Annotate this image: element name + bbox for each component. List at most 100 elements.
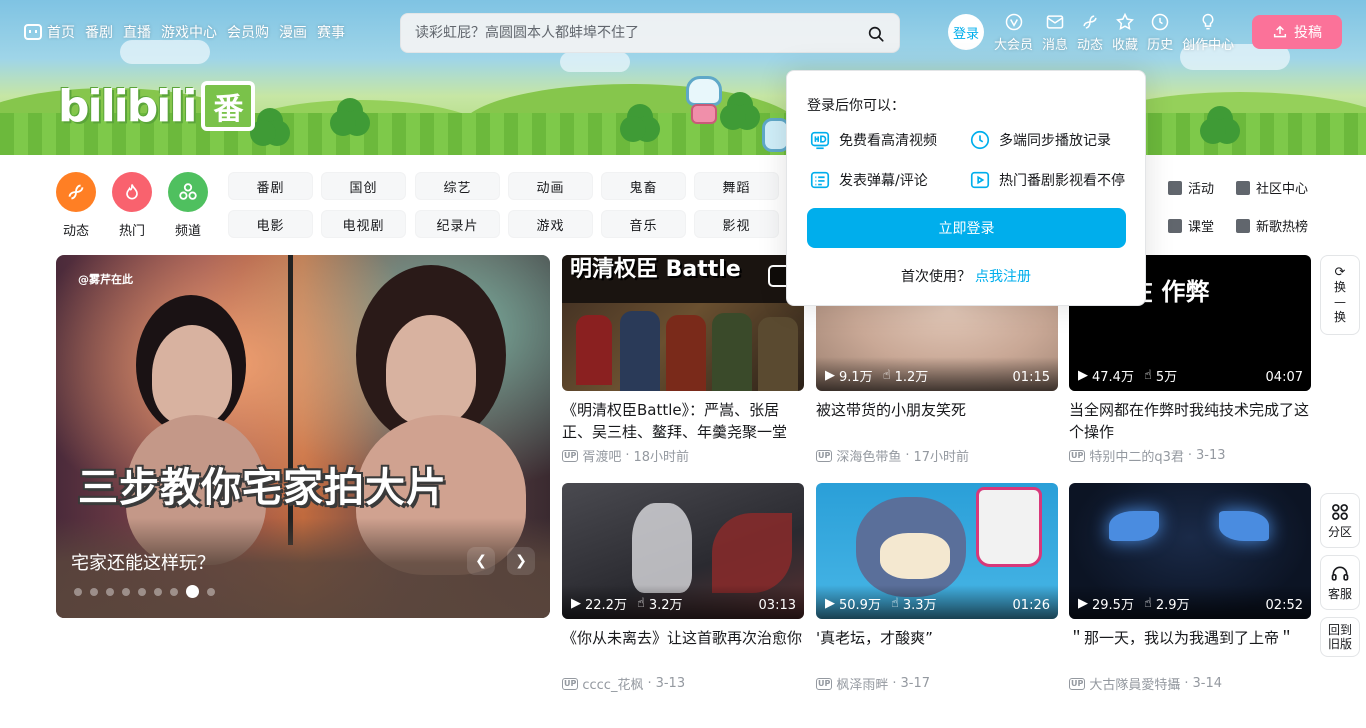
link-classroom[interactable]: 课堂 xyxy=(1168,216,1214,235)
nav-message[interactable]: 消息 xyxy=(1042,12,1068,53)
video-title[interactable]: 《你从未离去》让这首歌再次治愈你 xyxy=(562,627,804,671)
nav-manga[interactable]: 漫画 xyxy=(279,22,307,42)
chip-music[interactable]: 音乐 xyxy=(601,210,686,238)
video-stats: ▶ 9.1万 ☝ 1.2万 01:15 xyxy=(816,357,1058,391)
carousel-dot[interactable] xyxy=(207,587,215,596)
chip-film[interactable]: 影视 xyxy=(694,210,779,238)
upload-button[interactable]: 投稿 xyxy=(1252,15,1342,49)
view-count-icon: ▶ xyxy=(1078,596,1088,611)
flag-icon xyxy=(1168,180,1182,195)
upload-icon xyxy=(1273,25,1287,38)
up-icon: UP xyxy=(1069,677,1086,690)
search-icon[interactable] xyxy=(867,25,885,43)
carousel-dot[interactable] xyxy=(106,587,114,596)
carousel-next-button[interactable]: ❯ xyxy=(507,547,535,575)
search-input[interactable] xyxy=(415,14,855,52)
channel-dynamic[interactable]: 动态 xyxy=(56,172,96,239)
carousel-dot[interactable] xyxy=(122,587,130,596)
video-thumbnail[interactable]: 明清权臣 Battle xyxy=(562,255,804,391)
nav-esports[interactable]: 赛事 xyxy=(317,22,345,42)
carousel-prev-button[interactable]: ❮ xyxy=(467,547,495,575)
channel-hot[interactable]: 热门 xyxy=(112,172,152,239)
carousel-overlay-text: 三步教你宅家拍大片 xyxy=(78,465,447,511)
play-icon xyxy=(970,171,990,189)
grid-icon xyxy=(1332,504,1348,520)
video-card[interactable]: ▶ 50.9万 ☝ 3.3万 01:26 '真老坛，才酸爽” UP 枫泽雨畔 · 3-17 xyxy=(816,483,1058,693)
refresh-icon: ⟳ xyxy=(1334,264,1346,280)
category-button[interactable]: 分区 xyxy=(1320,493,1360,548)
carousel-dot[interactable] xyxy=(74,587,82,596)
register-link[interactable]: 点我注册 xyxy=(975,269,1031,285)
perk-hd-video: 免费看高清视频 xyxy=(809,129,937,151)
clock-icon xyxy=(970,130,990,150)
video-title[interactable]: 当全网都在作弊时我纯技术完成了这个操作 xyxy=(1069,399,1311,443)
chip-movie[interactable]: 电影 xyxy=(228,210,313,238)
video-meta[interactable]: UP 胥渡吧 · 18小时前 xyxy=(562,446,804,465)
login-now-button[interactable]: 立即登录 xyxy=(807,208,1126,248)
search-bar xyxy=(400,13,900,53)
up-icon: UP xyxy=(562,677,579,690)
video-meta[interactable]: UP 枫泽雨畔 · 3-17 xyxy=(816,674,1058,693)
music-chart-icon xyxy=(1236,218,1250,233)
nav-live[interactable]: 直播 xyxy=(123,22,151,42)
nav-home[interactable]: 首页 xyxy=(24,22,75,42)
customer-service-button[interactable]: 客服 xyxy=(1320,555,1360,610)
video-thumbnail[interactable]: ▶ 50.9万 ☝ 3.3万 01:26 xyxy=(816,483,1058,619)
chip-animation[interactable]: 动画 xyxy=(508,172,593,200)
bilibili-logo[interactable]: bilibili 番 xyxy=(58,80,256,132)
video-meta[interactable]: UP 大古隊員愛特攝 · 3-14 xyxy=(1069,674,1311,693)
like-icon: ☝ xyxy=(890,596,899,611)
nav-dynamic[interactable]: 动态 xyxy=(1077,12,1103,53)
creation-icon xyxy=(1202,13,1214,30)
refresh-button[interactable]: ⟳ 换 — 换 xyxy=(1320,255,1360,335)
video-meta[interactable]: UP cccc_花枫 · 3-13 xyxy=(562,674,804,693)
link-music-chart[interactable]: 新歌热榜 xyxy=(1236,216,1308,235)
nav-mall[interactable]: 会员购 xyxy=(227,22,269,42)
nav-creation-center[interactable]: 创作中心 xyxy=(1182,12,1234,53)
nav-bangumi[interactable]: 番剧 xyxy=(85,22,113,42)
old-version-button[interactable]: 回到旧版 xyxy=(1320,617,1360,657)
chip-dance[interactable]: 舞蹈 xyxy=(694,172,779,200)
view-count-icon: ▶ xyxy=(571,596,581,611)
video-card[interactable]: 明清权臣 Battle 《明清权臣Battle》：严嵩、张居正、吴三桂、鳌拜、年… xyxy=(562,255,804,465)
chip-guochuang[interactable]: 国创 xyxy=(321,172,406,200)
video-thumbnail[interactable]: ▶ 22.2万 ☝ 3.2万 03:13 xyxy=(562,483,804,619)
carousel-watermark: @雾芹在此 xyxy=(78,273,133,286)
video-title[interactable]: ＂那一天，我以为我遇到了上帝＂ xyxy=(1069,627,1311,671)
chip-documentary[interactable]: 纪录片 xyxy=(415,210,500,238)
chip-tv-series[interactable]: 电视剧 xyxy=(321,210,406,238)
link-activity[interactable]: 活动 xyxy=(1168,178,1214,197)
nav-history[interactable]: 历史 xyxy=(1147,12,1173,53)
video-card[interactable]: ▶ 22.2万 ☝ 3.2万 03:13 《你从未离去》让这首歌再次治愈你 UP cc… xyxy=(562,483,804,693)
chip-kichiku[interactable]: 鬼畜 xyxy=(601,172,686,200)
nav-favorite[interactable]: 收藏 xyxy=(1112,12,1138,53)
nav-vip[interactable]: 大会员 xyxy=(994,12,1033,53)
channel-channels[interactable]: 频道 xyxy=(168,172,208,239)
link-community[interactable]: 社区中心 xyxy=(1236,178,1308,197)
video-meta[interactable]: UP 特别中二的q3君 · 3-13 xyxy=(1069,446,1311,465)
hero-carousel[interactable]: @雾芹在此 三步教你宅家拍大片 宅家还能这样玩？ ❮ ❯ xyxy=(56,255,550,618)
chip-game[interactable]: 游戏 xyxy=(508,210,593,238)
video-title[interactable]: 被这带货的小朋友笑死 xyxy=(816,399,1058,443)
nav-game-center[interactable]: 游戏中心 xyxy=(161,22,217,42)
refresh-label: 换 — 换 xyxy=(1333,279,1346,324)
video-card[interactable]: ▶ 29.5万 ☝ 2.9万 02:52 ＂那一天，我以为我遇到了上帝＂ UP 大古隊… xyxy=(1069,483,1311,693)
video-stats: ▶ 22.2万 ☝ 3.2万 03:13 xyxy=(562,585,804,619)
channel-circle-icon xyxy=(168,172,208,212)
chip-bangumi[interactable]: 番剧 xyxy=(228,172,313,200)
chevron-left-icon: ❮ xyxy=(475,553,487,569)
video-stats: ▶ 47.4万 ☝ 5万 04:07 xyxy=(1069,357,1311,391)
video-meta[interactable]: UP 深海色带鱼 · 17小时前 xyxy=(816,446,1058,465)
carousel-caption[interactable]: 宅家还能这样玩？ xyxy=(71,549,215,575)
carousel-dot[interactable] xyxy=(90,587,98,596)
video-title[interactable]: '真老坛，才酸爽” xyxy=(816,627,1058,671)
login-avatar-button[interactable]: 登录 xyxy=(948,14,984,50)
carousel-dot[interactable] xyxy=(186,585,199,598)
carousel-dot[interactable] xyxy=(170,587,178,596)
carousel-dot[interactable] xyxy=(138,587,146,596)
up-icon: UP xyxy=(1069,449,1086,462)
carousel-dot[interactable] xyxy=(154,587,162,596)
video-title[interactable]: 《明清权臣Battle》：严嵩、张居正、吴三桂、鳌拜、年羹尧聚一堂 xyxy=(562,399,804,443)
video-thumbnail[interactable]: ▶ 29.5万 ☝ 2.9万 02:52 xyxy=(1069,483,1311,619)
chip-variety[interactable]: 综艺 xyxy=(415,172,500,200)
